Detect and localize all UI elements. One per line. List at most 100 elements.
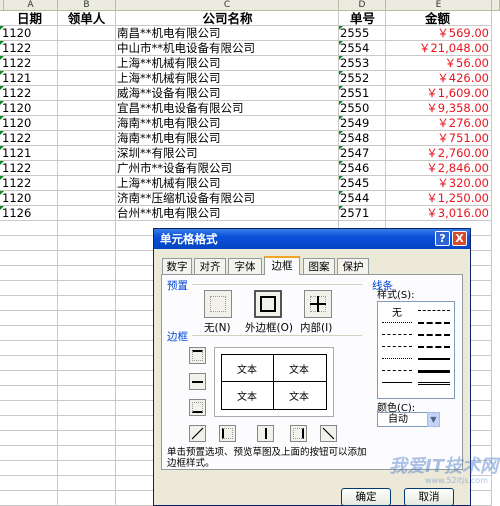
- empty-cell[interactable]: [58, 416, 116, 431]
- style-dotted[interactable]: [382, 322, 412, 323]
- cell-order-no[interactable]: 2551: [339, 86, 386, 101]
- border-diagonal-up-button[interactable]: [189, 425, 206, 442]
- border-right-button[interactable]: [290, 425, 307, 442]
- column-header-d[interactable]: D: [339, 0, 386, 11]
- column-header-e[interactable]: E: [386, 0, 492, 11]
- cell-amount[interactable]: ￥751.00: [386, 131, 492, 146]
- cell-company[interactable]: 海南**机电有限公司: [116, 131, 339, 146]
- cell-amount[interactable]: ￥320.00: [386, 176, 492, 191]
- cell-leader[interactable]: [58, 161, 116, 176]
- cell-date[interactable]: 1121: [0, 146, 58, 161]
- cell-date[interactable]: 1122: [0, 41, 58, 56]
- cell-order-no[interactable]: 2552: [339, 71, 386, 86]
- empty-cell[interactable]: [58, 311, 116, 326]
- cell-amount[interactable]: ￥1,250.00: [386, 191, 492, 206]
- empty-cell[interactable]: [0, 221, 58, 236]
- color-select[interactable]: 自动 ▼: [377, 412, 440, 427]
- cell-order-no[interactable]: 2545: [339, 176, 386, 191]
- empty-cell[interactable]: [0, 356, 58, 371]
- preset-outline-button[interactable]: [254, 290, 282, 318]
- cell-date[interactable]: 1121: [0, 71, 58, 86]
- cell-order-no[interactable]: 2549: [339, 116, 386, 131]
- style-fine-dash[interactable]: [382, 370, 412, 371]
- help-button[interactable]: ?: [435, 231, 450, 246]
- style-medium-dash-dot[interactable]: [418, 322, 450, 324]
- cell-order-no[interactable]: 2544: [339, 191, 386, 206]
- cell-amount[interactable]: ￥569.00: [386, 26, 492, 41]
- empty-cell[interactable]: [0, 281, 58, 296]
- cell-company[interactable]: 南昌**机电有限公司: [116, 26, 339, 41]
- empty-cell[interactable]: [0, 266, 58, 281]
- empty-cell[interactable]: [58, 266, 116, 281]
- cell-date[interactable]: 1122: [0, 56, 58, 71]
- empty-cell[interactable]: [58, 251, 116, 266]
- cell-company[interactable]: 台州**机电有限公司: [116, 206, 339, 221]
- empty-cell[interactable]: [0, 341, 58, 356]
- cell-company[interactable]: 海南**机电有限公司: [116, 116, 339, 131]
- empty-cell[interactable]: [0, 431, 58, 446]
- empty-cell[interactable]: [58, 431, 116, 446]
- cell-amount[interactable]: ￥1,609.00: [386, 86, 492, 101]
- cell-company[interactable]: 宜昌**机电设备有限公司: [116, 101, 339, 116]
- empty-cell[interactable]: [58, 386, 116, 401]
- tab-patterns[interactable]: 图案: [303, 258, 335, 274]
- cell-leader[interactable]: [58, 206, 116, 221]
- style-dash[interactable]: [382, 346, 412, 347]
- empty-cell[interactable]: [58, 356, 116, 371]
- empty-cell[interactable]: [58, 326, 116, 341]
- empty-cell[interactable]: [0, 296, 58, 311]
- cell-order-no[interactable]: 2555: [339, 26, 386, 41]
- border-diagonal-down-button[interactable]: [320, 425, 337, 442]
- cell-amount[interactable]: ￥56.00: [386, 56, 492, 71]
- cell-company[interactable]: 上海**机械有限公司: [116, 176, 339, 191]
- ok-button[interactable]: 确定: [341, 488, 391, 506]
- cell-order-no[interactable]: 2550: [339, 101, 386, 116]
- header-company[interactable]: 公司名称: [116, 11, 339, 26]
- style-dash-dot-dot[interactable]: [382, 334, 412, 335]
- cell-company[interactable]: 中山市**机电设备有限公司: [116, 41, 339, 56]
- border-preview[interactable]: 文本 文本 文本 文本: [214, 347, 334, 417]
- empty-cell[interactable]: [0, 386, 58, 401]
- cell-company[interactable]: 上海**机械有限公司: [116, 56, 339, 71]
- empty-cell[interactable]: [0, 461, 58, 476]
- column-header-b[interactable]: B: [58, 0, 116, 11]
- cell-date[interactable]: 1122: [0, 131, 58, 146]
- empty-cell[interactable]: [58, 221, 116, 236]
- empty-cell[interactable]: [0, 251, 58, 266]
- column-header-a[interactable]: A: [4, 0, 58, 11]
- cell-amount[interactable]: ￥426.00: [386, 71, 492, 86]
- cell-amount[interactable]: ￥9,358.00: [386, 101, 492, 116]
- border-middle-horizontal-button[interactable]: [189, 373, 206, 390]
- empty-cell[interactable]: [0, 491, 58, 506]
- cell-order-no[interactable]: 2546: [339, 161, 386, 176]
- cell-company[interactable]: 上海**机械有限公司: [116, 71, 339, 86]
- empty-cell[interactable]: [58, 341, 116, 356]
- cell-date[interactable]: 1122: [0, 86, 58, 101]
- cell-order-no[interactable]: 2554: [339, 41, 386, 56]
- empty-cell[interactable]: [0, 326, 58, 341]
- cell-leader[interactable]: [58, 86, 116, 101]
- close-button[interactable]: X: [452, 231, 467, 246]
- cell-order-no[interactable]: 2548: [339, 131, 386, 146]
- style-hair[interactable]: [382, 358, 412, 359]
- cell-amount[interactable]: ￥2,760.00: [386, 146, 492, 161]
- empty-cell[interactable]: [58, 236, 116, 251]
- border-middle-vertical-button[interactable]: [257, 425, 274, 442]
- empty-cell[interactable]: [58, 461, 116, 476]
- cell-amount[interactable]: ￥21,048.00: [386, 41, 492, 56]
- cell-date[interactable]: 1126: [0, 206, 58, 221]
- empty-cell[interactable]: [0, 371, 58, 386]
- chevron-down-icon[interactable]: ▼: [427, 412, 440, 427]
- empty-cell[interactable]: [0, 236, 58, 251]
- tab-border[interactable]: 边框: [264, 256, 300, 275]
- cell-date[interactable]: 1120: [0, 191, 58, 206]
- cell-leader[interactable]: [58, 191, 116, 206]
- cell-leader[interactable]: [58, 176, 116, 191]
- tab-font[interactable]: 字体: [228, 258, 262, 274]
- header-leader[interactable]: 领单人: [58, 11, 116, 26]
- tab-number[interactable]: 数字: [162, 258, 192, 274]
- style-thin[interactable]: [382, 382, 412, 383]
- style-none-option[interactable]: 无: [392, 304, 402, 319]
- cell-date[interactable]: 1120: [0, 101, 58, 116]
- style-double[interactable]: [418, 382, 450, 385]
